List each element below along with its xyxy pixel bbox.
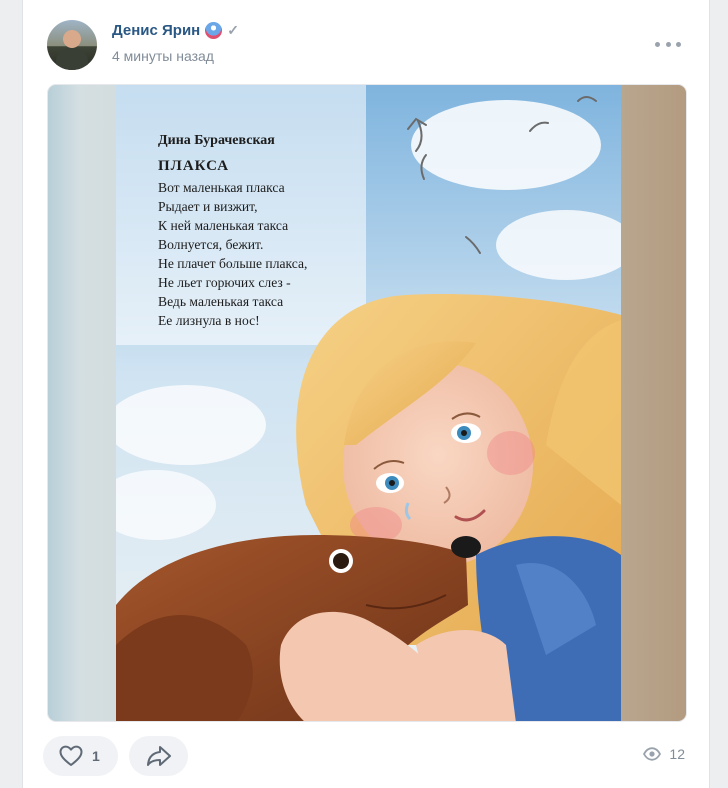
heart-icon [59, 745, 83, 766]
share-icon [146, 746, 171, 766]
eye-icon [643, 747, 662, 761]
poem-line: Не льет горючих слез - [158, 275, 291, 290]
author-row: Денис Ярин ✓ [112, 22, 239, 39]
poem-line: Рыдает и визжит, [158, 199, 258, 214]
views-count: 12 [669, 746, 685, 762]
check-icon: ✓ [227, 22, 239, 38]
illustration: Дина Бурачевская ПЛАКСА Вот маленькая пл… [116, 85, 621, 721]
emoji-badge-icon [205, 22, 223, 39]
poem-author: Дина Бурачевская [158, 133, 275, 148]
author-avatar[interactable] [47, 20, 97, 70]
poem-lines: Вот маленькая плакса Рыдает и визжит, К … [158, 178, 388, 330]
poem-line: Вот маленькая плакса [158, 180, 285, 195]
poem-line: Волнуется, бежит. [158, 237, 264, 252]
post-actions: 1 12 [43, 736, 689, 778]
views-counter: 12 [643, 746, 685, 762]
post-header: Денис Ярин ✓ 4 минуты назад [47, 18, 689, 74]
share-button[interactable] [129, 736, 188, 776]
post-photo[interactable]: Дина Бурачевская ПЛАКСА Вот маленькая пл… [47, 84, 687, 722]
more-horizontal-icon[interactable] [655, 34, 681, 54]
poem-line: К ней маленькая такса [158, 218, 289, 233]
author-name[interactable]: Денис Ярин [112, 22, 200, 39]
post-timestamp[interactable]: 4 минуты назад [112, 48, 214, 64]
poem-text: Дина Бурачевская ПЛАКСА Вот маленькая пл… [158, 132, 388, 330]
poem-title: ПЛАКСА [158, 158, 230, 174]
like-button[interactable]: 1 [43, 736, 118, 776]
poem-line: Ее лизнула в нос! [158, 313, 260, 328]
poem-line: Не плачет больше плакса, [158, 256, 308, 271]
like-count: 1 [92, 748, 100, 764]
post-card: Денис Ярин ✓ 4 минуты назад Дина Бурачев… [22, 0, 710, 788]
poem-line: Ведь маленькая такса [158, 294, 284, 309]
